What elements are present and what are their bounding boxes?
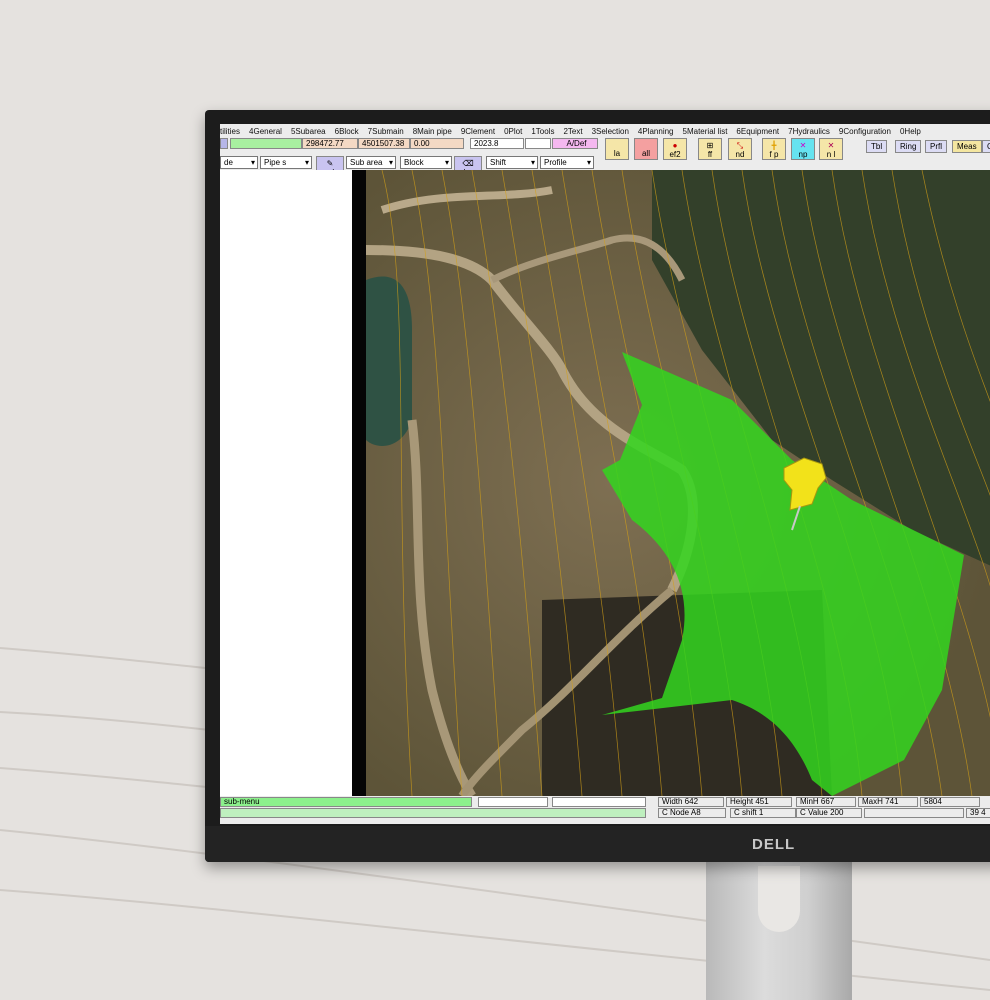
shovel-icon: ⌫	[462, 159, 474, 168]
cshift-readout: C shift 1	[730, 808, 796, 818]
hammer-icon: ✎	[326, 159, 334, 168]
cvalue-readout: C Value 200	[796, 808, 862, 818]
left-panel	[220, 170, 352, 796]
menu-item[interactable]: 5Subarea	[291, 127, 326, 136]
menu-item[interactable]: 0Help	[900, 127, 921, 136]
status-bar: sub-menu Width 642 Height 451 MinH 667 M…	[220, 796, 990, 824]
meas-button[interactable]: Meas	[952, 140, 982, 153]
menu-item[interactable]: 5Material list	[683, 127, 728, 136]
line-icon: ✕	[827, 141, 835, 150]
extra-field[interactable]	[525, 138, 551, 149]
width-readout: Width 642	[658, 797, 724, 807]
subarea-select[interactable]: Sub area	[346, 156, 396, 169]
monitor-chin	[205, 826, 990, 862]
crosshair-icon: ╋	[771, 141, 777, 150]
cnode-readout: C Node A8	[658, 808, 726, 818]
maxh-readout: MaxH 741	[858, 797, 918, 807]
menu-item[interactable]: 9Clement	[461, 127, 495, 136]
status-field-c	[864, 808, 964, 818]
map-canvas[interactable]	[352, 170, 990, 796]
menu-item[interactable]: 8Main pipe	[413, 127, 452, 136]
y-coordinate-field: 4501507.38	[358, 138, 410, 149]
menu-item[interactable]: 9Configuration	[839, 127, 891, 136]
status-field-b	[552, 797, 646, 807]
submenu-field: sub-menu	[220, 797, 472, 807]
stand-cable-hole	[758, 866, 800, 932]
grid-icon: ⊞	[706, 141, 714, 150]
pipe-icon: ✕	[799, 141, 807, 150]
elevation-field[interactable]: 2023.8	[470, 138, 524, 149]
menu-item[interactable]: 2Text	[563, 127, 582, 136]
node-icon: ⤡	[736, 141, 744, 150]
adef-button[interactable]: A/Def	[552, 138, 598, 149]
menu-item[interactable]: 7Submain	[368, 127, 404, 136]
map-left-border	[352, 170, 366, 796]
profile-select[interactable]: Profile	[540, 156, 594, 169]
aerial-map	[352, 170, 990, 796]
z-coordinate-field: 0.00	[410, 138, 464, 149]
node-select[interactable]: de	[220, 156, 258, 169]
red-marker-icon: ●	[672, 141, 678, 150]
minh-readout: MinH 667	[796, 797, 856, 807]
ring-button[interactable]: Ring	[895, 140, 922, 153]
menu-item[interactable]: 6Block	[335, 127, 359, 136]
menu-item[interactable]: tilities	[220, 127, 240, 136]
shift-select[interactable]: Shift	[486, 156, 538, 169]
x-coordinate-field: 298472.77	[302, 138, 358, 149]
menu-item[interactable]: 4Planning	[638, 127, 674, 136]
block-select[interactable]: Block	[400, 156, 452, 169]
menu-item[interactable]: 4General	[249, 127, 282, 136]
menu-bar: tilities 4General 5Subarea 6Block 7Subma…	[220, 124, 990, 138]
app-screen: tilities 4General 5Subarea 6Block 7Subma…	[220, 124, 990, 824]
menu-item[interactable]: 3Selection	[592, 127, 629, 136]
menu-item[interactable]: 1Tools	[531, 127, 554, 136]
tbl-button[interactable]: Tbl	[866, 140, 888, 153]
mode-indicator	[220, 138, 228, 149]
monitor-brand-logo: DELL	[752, 836, 796, 853]
selector-row: de Pipe s ✎ml Sub area Block ⌫bz Shift P…	[220, 154, 990, 177]
height-readout: Height 451	[726, 797, 792, 807]
menu-item[interactable]: 6Equipment	[736, 127, 779, 136]
c-button[interactable]: C	[982, 140, 990, 153]
value-readout: 5804	[920, 797, 980, 807]
prfl-button[interactable]: Prfl	[925, 140, 947, 153]
pipe-select[interactable]: Pipe s	[260, 156, 312, 169]
progress-field	[220, 808, 646, 818]
command-field[interactable]	[230, 138, 302, 149]
menu-item[interactable]: 0Plot	[504, 127, 522, 136]
menu-item[interactable]: 7Hydraulics	[788, 127, 830, 136]
pond	[366, 276, 412, 446]
status-field-a	[478, 797, 548, 807]
last-readout: 39 4	[966, 808, 990, 818]
